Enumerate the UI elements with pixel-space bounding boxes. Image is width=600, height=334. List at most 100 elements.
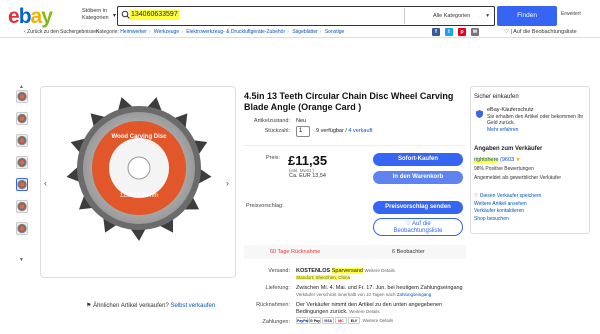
chevron-down-icon: ▾ <box>112 13 116 19</box>
price-value: £11,35 <box>288 153 328 168</box>
save-seller-link[interactable]: ♡ Diesen Verkäufer speichern <box>474 193 541 201</box>
thumbnail[interactable] <box>16 178 28 191</box>
contact-seller-link[interactable]: Verkäufer kontaktieren <box>474 208 541 216</box>
buyer-protection-title: eBay-Käuferschutz <box>487 107 534 113</box>
chevron-left-icon[interactable]: ‹ <box>44 178 47 188</box>
breadcrumb-item[interactable]: Elektrowerkzeug- & Druckluftgeräte-Zubeh… <box>186 29 285 35</box>
payment-receipt-link[interactable]: Zahlungseingang <box>397 292 432 297</box>
twitter-icon[interactable]: t <box>445 28 453 36</box>
breadcrumb-item[interactable]: Werkzeuge <box>154 29 179 35</box>
shipping-details-link[interactable]: Weitere Details <box>364 268 394 273</box>
shipping-value: KOSTENLOS Sparversand Weitere Details <box>296 268 395 274</box>
delivery-value: Zwischen Mi. 4. Mai. und Fr. 17. Jun. be… <box>296 285 463 291</box>
category-browse-button[interactable]: Stöbern in Kategorien ▾ <box>82 8 116 26</box>
shipping-method: Sparversand <box>331 268 363 274</box>
thumbnail[interactable] <box>16 156 28 169</box>
product-title: 4.5in 13 Teeth Circular Chain Disc Wheel… <box>244 91 454 112</box>
seller-name-link[interactable]: rightshere <box>474 157 499 163</box>
find-button[interactable]: Finden <box>497 6 557 26</box>
thumbnail-strip <box>16 90 28 244</box>
thumbnail[interactable] <box>16 112 28 125</box>
search-query-value[interactable]: 134060633597 <box>130 10 179 20</box>
mastercard-icon: MC <box>335 317 347 324</box>
back-link-label: Zurück zu den Suchergebnissen <box>27 29 99 35</box>
seller-info-title: Angaben zum Verkäufer <box>474 146 543 152</box>
more-items-link[interactable]: Weitere Artikel ansehen <box>474 201 541 209</box>
heart-icon: ♡ <box>504 29 509 35</box>
make-offer-button[interactable]: Preisvorschlag senden <box>373 201 463 214</box>
condition-label: Artikelzustand: <box>253 118 290 124</box>
payment-label: Zahlungen: <box>262 319 290 325</box>
seller-feedback-score[interactable]: (9603 <box>500 157 514 163</box>
breadcrumb-item[interactable]: Sonstige <box>325 29 344 35</box>
watchers-count: 6 Beobachter <box>392 249 425 255</box>
quantity-input[interactable]: 1 <box>296 126 310 137</box>
breadcrumb-item[interactable]: Sägeblätter <box>292 29 318 35</box>
delivery-note-text: Verkäufer verschickt innerhalb von 10 Ta… <box>296 292 396 297</box>
thumbnail[interactable] <box>16 134 28 147</box>
condition-value: Neu <box>296 118 307 124</box>
safe-shopping-title: Sicher einkaufen <box>474 94 519 100</box>
payment-details-link[interactable]: Weitere Details <box>363 318 393 323</box>
sell-yourself-link[interactable]: Selbst verkaufen <box>170 303 215 309</box>
back-to-results-link[interactable]: ‹ Zurück zu den Suchergebnissen <box>24 29 99 35</box>
returns-label: Rücknahmen: <box>256 302 290 308</box>
shipping-location: Standort: Shenzhen, China <box>296 275 351 280</box>
watchlist-link[interactable]: ♡ | Auf die Beobachtungsliste <box>504 29 577 35</box>
seller-name: rightshere (9603 ★ <box>474 157 521 163</box>
star-icon: ★ <box>515 157 521 163</box>
add-to-watchlist-button[interactable]: ♡ Auf die Beobachtungsliste <box>373 218 463 236</box>
availability-text: 9 verfügbar / <box>316 128 347 134</box>
shipping-label: Versand: <box>268 268 290 274</box>
elv-icon: ELV <box>348 317 360 324</box>
thumbnail[interactable] <box>16 90 28 103</box>
delivery-note: Verkäufer verschickt innerhalb von 10 Ta… <box>296 292 431 297</box>
pinterest-icon[interactable]: p <box>458 28 466 36</box>
watchlist-label: Auf die Beobachtungsliste <box>513 29 577 35</box>
image-label-size: 115X22.23mm <box>120 193 159 199</box>
thumbnail[interactable] <box>16 200 28 213</box>
image-label-top: Wood Carving Disc <box>112 134 168 140</box>
heart-icon: ♡ <box>405 221 411 227</box>
seller-type: Angemeldet als gewerblicher Verkäufer <box>474 175 561 181</box>
ebay-logo[interactable]: ebay <box>8 5 53 29</box>
price-approx: Ca. EUR 13,54 <box>289 173 326 179</box>
watch-line1: Auf die <box>412 221 431 227</box>
watch-line2: Beobachtungsliste <box>393 228 443 234</box>
shipping-free: KOSTENLOS <box>296 268 331 274</box>
seller-links: ♡ Diesen Verkäufer speichern Weitere Art… <box>474 193 541 223</box>
mail-icon[interactable]: ✉ <box>471 28 479 36</box>
learn-more-link[interactable]: Mehr erfahren <box>487 127 518 133</box>
facebook-icon[interactable]: f <box>432 28 440 36</box>
sell-similar: ⚑ Ähnlichen Artikel verkaufen? Selbst ve… <box>86 302 215 309</box>
gpay-icon: G Pay <box>309 317 321 324</box>
sold-link[interactable]: 4 verkauft <box>348 128 372 134</box>
share-icons: f t p ✉ <box>432 28 479 36</box>
category-select[interactable]: Alle Kategorien ▾ <box>404 8 492 24</box>
offer-label: Preisvorschlag: <box>246 203 284 209</box>
thumbnail[interactable] <box>16 222 28 235</box>
buyer-protection-text: Sie erhalten den Artikel oder bekommen I… <box>487 114 584 126</box>
product-image: Wood Carving Disc 115X22.23mm <box>66 97 212 241</box>
category-button-label: Stöbern in Kategorien <box>82 8 109 21</box>
delivery-label: Lieferung: <box>265 285 290 291</box>
breadcrumb-prefix: Kategorie: <box>96 29 119 35</box>
quantity-label: Stückzahl: <box>264 128 290 134</box>
category-select-label: Alle Kategorien <box>433 13 471 19</box>
save-seller-label: Diesen Verkäufer speichern <box>479 193 542 199</box>
breadcrumb-item[interactable]: Heimwerker <box>120 29 147 35</box>
visit-shop-link[interactable]: Shop besuchen <box>474 216 541 224</box>
returns-details-link[interactable]: Weitere Details <box>349 309 379 314</box>
returns-value: Der Verkäufer nimmt den Artikel zu den u… <box>296 302 466 315</box>
chevron-right-icon[interactable]: › <box>226 178 229 188</box>
heart-icon: ♡ <box>474 193 479 199</box>
availability: 9 verfügbar / 4 verkauft <box>316 128 373 134</box>
buy-now-button[interactable]: Sofort-Kaufen <box>373 153 463 166</box>
payment-methods: PayPal G Pay VISA MC ELV Weitere Details <box>296 317 393 324</box>
breadcrumb: Kategorie: Heimwerker › Werkzeuge › Elektr… <box>96 29 345 35</box>
add-to-cart-button[interactable]: In den Warenkorb <box>373 171 463 184</box>
sell-similar-text: Ähnlichen Artikel verkaufen? <box>93 303 169 309</box>
chevron-down-icon[interactable]: ▼ <box>19 257 24 263</box>
advanced-search-link[interactable]: Erweitert <box>561 11 581 17</box>
visa-icon: VISA <box>322 317 334 324</box>
